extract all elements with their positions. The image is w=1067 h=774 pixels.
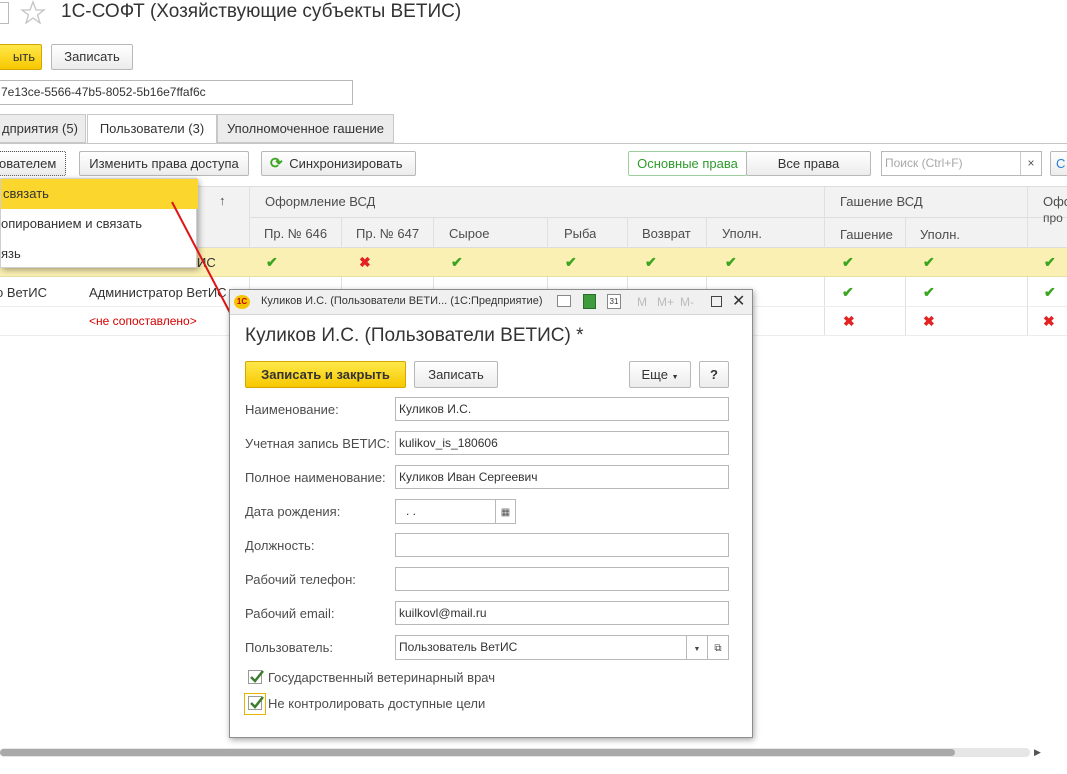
more-button[interactable]: Еще ▼ xyxy=(629,361,691,388)
state-vet-label: Государственный ветеринарный врач xyxy=(268,670,496,685)
account-label: Учетная запись ВЕТИС: xyxy=(245,436,390,451)
state-vet-checkbox[interactable] xyxy=(248,670,264,684)
chevron-down-icon: ▼ xyxy=(693,646,701,653)
open-user-button[interactable]: ⧉ xyxy=(707,635,729,660)
fullname-label: Полное наименование: xyxy=(245,470,386,485)
user-dropdown-button[interactable]: ▼ xyxy=(686,635,708,660)
memory-m-button[interactable]: M xyxy=(637,295,647,309)
memory-m-plus-button[interactable]: M+ xyxy=(657,295,674,309)
no-control-goals-label: Не контролировать доступные цели xyxy=(268,696,486,711)
user-select[interactable]: Пользователь ВетИС xyxy=(395,635,687,660)
chevron-down-icon: ▼ xyxy=(671,374,679,381)
position-label: Должность: xyxy=(245,538,315,553)
help-button[interactable]: ? xyxy=(699,361,729,388)
phone-field[interactable] xyxy=(395,567,729,591)
phone-label: Рабочий телефон: xyxy=(245,572,356,587)
app-logo-icon: 1С xyxy=(234,295,250,309)
birthdate-label: Дата рождения: xyxy=(245,504,341,519)
position-field[interactable] xyxy=(395,533,729,557)
save-button[interactable]: Записать xyxy=(414,361,498,388)
email-field[interactable]: kuilkovl@mail.ru xyxy=(395,601,729,625)
open-window-icon: ⧉ xyxy=(714,643,722,654)
calendar-icon[interactable]: 31 xyxy=(607,294,621,309)
calendar-picker-button[interactable]: ▦ xyxy=(495,499,516,524)
dialog-window-title: Куликов И.С. (Пользователи ВЕТИ... (1С:П… xyxy=(261,295,543,307)
birthdate-field[interactable]: . . xyxy=(395,499,496,524)
close-icon[interactable]: ✕ xyxy=(732,291,745,311)
fullname-field[interactable]: Куликов Иван Сергеевич xyxy=(395,465,729,489)
no-control-goals-checkbox[interactable] xyxy=(248,696,264,710)
calendar-icon: ▦ xyxy=(500,507,511,518)
user-label: Пользователь: xyxy=(245,640,333,655)
print-icon[interactable] xyxy=(557,295,571,307)
dialog-heading: Куликов И.С. (Пользователи ВЕТИС) * xyxy=(245,325,584,346)
email-label: Рабочий email: xyxy=(245,606,335,621)
account-field[interactable]: kulikov_is_180606 xyxy=(395,431,729,455)
save-and-close-button[interactable]: Записать и закрыть xyxy=(245,361,406,388)
maximize-icon[interactable] xyxy=(711,296,722,307)
name-field[interactable]: Куликов И.С. xyxy=(395,397,729,421)
memory-m-minus-button[interactable]: M- xyxy=(680,295,694,309)
name-label: Наименование: xyxy=(245,402,339,417)
user-dialog: 1С Куликов И.С. (Пользователи ВЕТИ... (1… xyxy=(229,289,753,738)
more-button-label: Еще xyxy=(641,367,668,382)
calculator-icon[interactable] xyxy=(583,294,596,309)
